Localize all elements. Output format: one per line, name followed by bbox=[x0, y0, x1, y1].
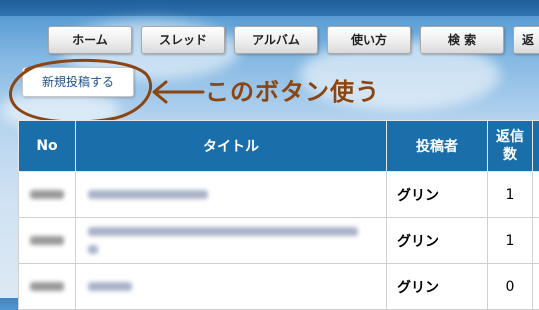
header-extra bbox=[533, 121, 539, 172]
header-replies: 返信 数 bbox=[488, 121, 533, 172]
table-row[interactable]: グリン 1 bbox=[19, 172, 539, 218]
cell-no-blurred bbox=[19, 264, 76, 310]
cell-title-blurred[interactable] bbox=[76, 264, 387, 310]
table-row[interactable]: グリン 0 bbox=[19, 264, 539, 310]
annotation-arrow bbox=[148, 78, 208, 108]
nav-home-button[interactable]: ホーム bbox=[48, 26, 132, 54]
nav-search-button[interactable]: 検 索 bbox=[420, 26, 504, 54]
top-bar bbox=[0, 0, 539, 16]
cell-extra bbox=[533, 172, 539, 218]
new-post-button[interactable]: 新規投稿する bbox=[22, 67, 134, 97]
cell-author: グリン bbox=[387, 218, 488, 264]
cell-replies: 0 bbox=[488, 264, 533, 310]
nav-thread-button[interactable]: スレッド bbox=[141, 26, 225, 54]
cell-author: グリン bbox=[387, 264, 488, 310]
nav-more-button[interactable]: 返 bbox=[513, 26, 539, 54]
cell-no-blurred bbox=[19, 218, 76, 264]
cell-author: グリン bbox=[387, 172, 488, 218]
cell-title-blurred[interactable] bbox=[76, 172, 387, 218]
annotation-text: このボタン使う bbox=[205, 72, 380, 107]
header-replies-line2: 数 bbox=[503, 147, 517, 163]
cell-extra bbox=[533, 218, 539, 264]
cell-no-blurred bbox=[19, 172, 76, 218]
cell-replies: 1 bbox=[488, 172, 533, 218]
cell-replies: 1 bbox=[488, 218, 533, 264]
header-author: 投稿者 bbox=[387, 121, 488, 172]
header-replies-line1: 返信 bbox=[496, 129, 524, 145]
header-no: No bbox=[19, 121, 76, 172]
nav-howto-button[interactable]: 使い方 bbox=[327, 26, 411, 54]
table-row[interactable]: グリン 1 bbox=[19, 218, 539, 264]
header-title: タイトル bbox=[76, 121, 387, 172]
thread-table: No タイトル 投稿者 返信 数 グリン 1 グリン 1 bbox=[18, 120, 539, 310]
nav-album-button[interactable]: アルバム bbox=[234, 26, 318, 54]
cell-title-blurred[interactable] bbox=[76, 218, 387, 264]
cell-extra bbox=[533, 264, 539, 310]
table-header-row: No タイトル 投稿者 返信 数 bbox=[19, 121, 539, 172]
